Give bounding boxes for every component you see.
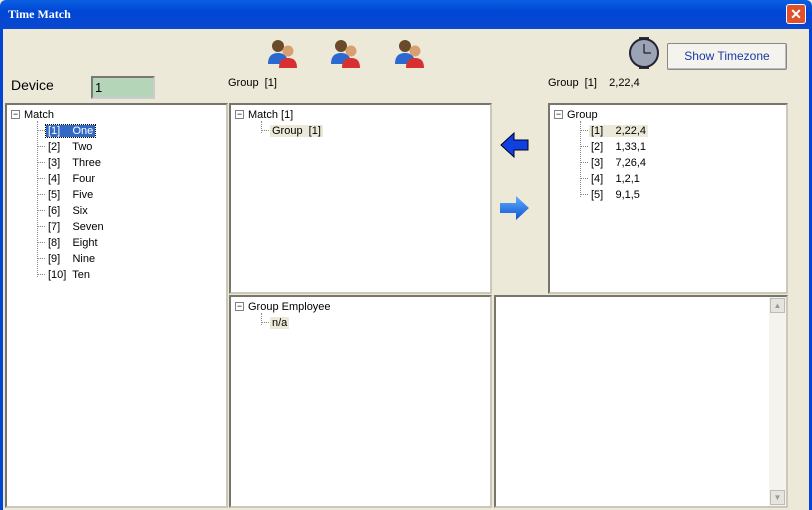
tree-item[interactable]: [6] Six	[46, 205, 90, 217]
middle-header: Group [1]	[228, 77, 277, 89]
tree-node: [7] Seven	[37, 220, 106, 234]
right-header: Group [1] 2,22,4	[548, 77, 640, 89]
tree-item-employee[interactable]: n/a	[270, 317, 290, 329]
tree-item[interactable]: [3] 7,26,4	[589, 157, 648, 169]
title-bar: Time Match ✕	[0, 0, 812, 29]
tree-item[interactable]: [5] Five	[46, 189, 95, 201]
tree-node: [4] 1,2,1	[580, 172, 642, 186]
window-title: Time Match	[8, 7, 71, 21]
tree-item[interactable]: [5] 9,1,5	[589, 189, 642, 201]
tree-node: [2] 1,33,1	[580, 140, 648, 154]
tree-item[interactable]: [7] Seven	[46, 221, 106, 233]
users-icon[interactable]	[329, 38, 363, 68]
collapse-icon[interactable]: −	[11, 110, 20, 119]
users-icon[interactable]	[266, 38, 300, 68]
tree-node: [9] Nine	[37, 252, 97, 266]
arrow-right-icon[interactable]	[498, 194, 530, 222]
match-tree[interactable]: − Match [1] One [2] Two [3] Three [4] Four [5…	[5, 103, 228, 508]
device-label: Device	[11, 77, 54, 93]
scroll-up-button[interactable]: ▲	[770, 298, 785, 313]
arrow-left-icon[interactable]	[500, 131, 530, 159]
clock-icon[interactable]	[627, 36, 661, 70]
tree-node: [6] Six	[37, 204, 90, 218]
tree-root-group[interactable]: Group	[567, 109, 598, 121]
close-button[interactable]: ✕	[786, 4, 806, 24]
tree-item[interactable]: [3] Three	[46, 157, 103, 169]
tree-item[interactable]: [4] 1,2,1	[589, 173, 642, 185]
tree-root-match[interactable]: Match	[24, 109, 54, 121]
tree-root[interactable]: Group Employee	[248, 301, 331, 313]
tree-node: [1] One	[37, 124, 97, 138]
tree-node: [8] Eight	[37, 236, 100, 250]
tree-item[interactable]: [9] Nine	[46, 253, 97, 265]
scroll-down-button[interactable]: ▼	[770, 490, 785, 505]
tree-item[interactable]: [10] Ten	[46, 269, 92, 281]
group-tree[interactable]: − Match [1] Group [1]	[229, 103, 492, 294]
tree-item[interactable]: [8] Eight	[46, 237, 100, 249]
tree-item[interactable]: [1] 2,22,4	[589, 125, 649, 137]
tree-item-group[interactable]: Group [1]	[270, 125, 323, 137]
detail-panel: ▲ ▼	[494, 295, 788, 508]
tree-node: [1] 2,22,4	[580, 124, 649, 138]
tree-node: [3] 7,26,4	[580, 156, 648, 170]
tree-node: [4] Four	[37, 172, 97, 186]
tree-item[interactable]: [1] One	[44, 124, 97, 138]
group-employee-tree[interactable]: − Group Employee n/a	[229, 295, 492, 508]
tree-item[interactable]: [2] 1,33,1	[589, 141, 648, 153]
collapse-icon[interactable]: −	[554, 110, 563, 119]
collapse-icon[interactable]: −	[235, 110, 244, 119]
show-timezone-button[interactable]: Show Timezone	[667, 43, 787, 70]
tree-root[interactable]: Match [1]	[248, 109, 293, 121]
tree-item[interactable]: [2] Two	[46, 141, 94, 153]
tree-node: [3] Three	[37, 156, 103, 170]
tree-item[interactable]: [4] Four	[46, 173, 97, 185]
tree-node: [5] Five	[37, 188, 95, 202]
collapse-icon[interactable]: −	[235, 302, 244, 311]
tree-node: [5] 9,1,5	[580, 188, 642, 202]
users-icon[interactable]	[393, 38, 427, 68]
tree-node: [2] Two	[37, 140, 94, 154]
tree-node: [10] Ten	[37, 268, 92, 282]
device-input[interactable]	[91, 76, 155, 99]
vertical-scrollbar[interactable]: ▲ ▼	[769, 297, 786, 506]
group-list-tree[interactable]: − Group [1] 2,22,4 [2] 1,33,1 [3] 7,26,4 [4]…	[548, 103, 788, 294]
